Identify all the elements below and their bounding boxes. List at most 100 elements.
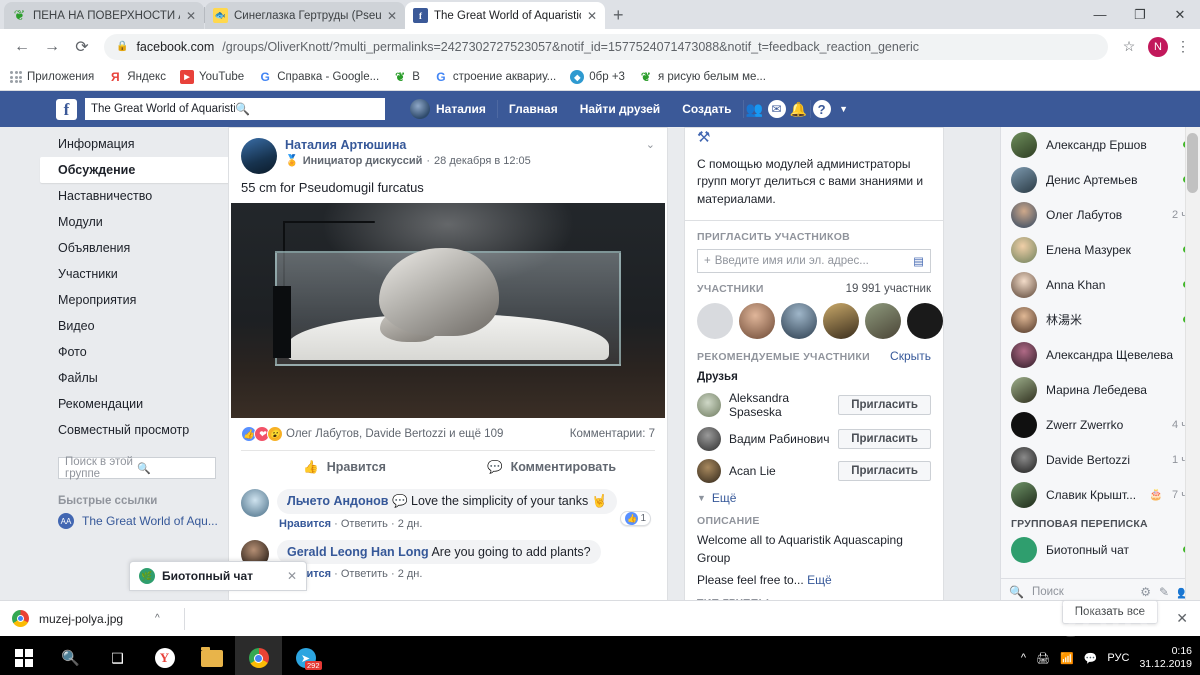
comment-like-link[interactable]: Нравится xyxy=(279,518,331,530)
nav-profile[interactable]: Наталия xyxy=(399,99,497,119)
chrome-menu-icon[interactable]: ⋮ xyxy=(1174,38,1192,55)
suggested-name[interactable]: Aleksandra Spaseska xyxy=(729,391,830,419)
chat-contact[interactable]: Zwerr Zwerrko 4 ч. xyxy=(1001,407,1200,442)
suggested-name[interactable]: Вадим Рабинович xyxy=(729,432,830,446)
comment-author[interactable]: Льчето Андонов xyxy=(287,494,388,508)
close-window-button[interactable]: ✕ xyxy=(1160,0,1200,29)
close-icon[interactable]: ✕ xyxy=(186,10,196,22)
new-message-icon[interactable]: ✎ xyxy=(1159,585,1169,599)
sidebar-item-events[interactable]: Мероприятия xyxy=(40,287,230,313)
clock[interactable]: 0:16 31.12.2019 xyxy=(1139,645,1192,671)
search-icon[interactable]: 🔍 xyxy=(235,102,379,116)
contact-import-icon[interactable]: ▤ xyxy=(913,254,924,268)
comment-reply-link[interactable]: Ответить xyxy=(341,568,388,580)
invite-button[interactable]: Пригласить xyxy=(838,429,931,450)
settings-gear-icon[interactable]: ⚙ xyxy=(1140,585,1151,599)
reactions-text[interactable]: Олег Лабутов, Davide Bertozzi и ещё 109 xyxy=(286,428,503,440)
close-icon[interactable]: ✕ xyxy=(287,569,297,583)
sidebar-item-files[interactable]: Файлы xyxy=(40,365,230,391)
taskbar-yandex[interactable]: Y xyxy=(141,636,188,675)
bookmark-obr[interactable]: ◆ 0бр +3 xyxy=(570,70,625,84)
chat-contact[interactable]: 林湯米 xyxy=(1001,302,1200,337)
avatar[interactable] xyxy=(241,138,277,174)
comment-like-badge[interactable]: 👍 1 xyxy=(620,511,651,526)
bookmark-star-icon[interactable]: ☆ xyxy=(1116,38,1142,55)
friend-requests-icon[interactable]: 👥 xyxy=(744,98,766,120)
quick-link-group[interactable]: AA The Great World of Aqu... xyxy=(40,513,230,529)
chat-contact[interactable]: Денис Артемьев xyxy=(1001,162,1200,197)
sidebar-item-mentorship[interactable]: Наставничество xyxy=(40,183,230,209)
chat-contact[interactable]: Anna Khan xyxy=(1001,267,1200,302)
chat-search-placeholder[interactable]: Поиск xyxy=(1032,586,1064,598)
sidebar-item-announcements[interactable]: Объявления xyxy=(40,235,230,261)
nav-create[interactable]: Создать xyxy=(671,102,742,116)
browser-tab-3-active[interactable]: f The Great World of Aquaristic & ✕ xyxy=(405,2,605,29)
chat-group-biotope[interactable]: Биотопный чат xyxy=(1001,532,1200,567)
comment-reply-link[interactable]: Ответить xyxy=(341,518,388,530)
avatar[interactable] xyxy=(823,303,859,340)
nav-find-friends[interactable]: Найти друзей xyxy=(569,102,671,116)
avatar[interactable] xyxy=(697,427,721,452)
chevron-down-icon[interactable]: ⌄ xyxy=(646,138,655,174)
new-tab-button[interactable]: + xyxy=(613,5,624,26)
address-bar[interactable]: 🔒 facebook.com/groups/OliverKnott/?multi… xyxy=(104,33,1108,60)
account-dropdown-icon[interactable]: ▼ xyxy=(833,98,855,120)
search-icon[interactable]: 🔍 xyxy=(137,462,209,475)
browser-tab-1[interactable]: ❦ ПЕНА НА ПОВЕРХНОСТИ АКВА ✕ xyxy=(4,2,204,29)
chat-contact[interactable]: Davide Bertozzi 1 ч. xyxy=(1001,442,1200,477)
group-search-input[interactable]: Поиск в этой группе 🔍 xyxy=(58,456,216,480)
sidebar-item-photos[interactable]: Фото xyxy=(40,339,230,365)
description-more-link[interactable]: Ещё xyxy=(807,573,832,587)
bookmark-aquarium[interactable]: G строение аквариу... xyxy=(434,70,556,84)
bookmark-google-help[interactable]: G Справка - Google... xyxy=(258,70,380,84)
reload-button[interactable]: ⟳ xyxy=(68,33,96,61)
taskbar-search-button[interactable]: 🔍 xyxy=(47,636,94,675)
taskbar-telegram[interactable]: ➤ 292 xyxy=(282,636,329,675)
chevron-up-icon[interactable]: ^ xyxy=(155,613,160,624)
bookmark-yandex[interactable]: Я Яндекс xyxy=(108,70,166,84)
back-button[interactable]: ← xyxy=(8,33,36,61)
printer-icon[interactable]: 🖨 xyxy=(1036,652,1050,665)
wifi-icon[interactable]: 📶 xyxy=(1060,652,1074,665)
scrollbar-thumb[interactable] xyxy=(1187,133,1198,193)
show-all-downloads-button[interactable]: Показать все xyxy=(1061,600,1158,624)
hide-link[interactable]: Скрыть xyxy=(890,349,931,363)
sidebar-item-modules[interactable]: Модули xyxy=(40,209,230,235)
avatar[interactable] xyxy=(739,303,775,340)
sidebar-item-watch-together[interactable]: Совместный просмотр xyxy=(40,417,230,443)
help-icon[interactable]: ? xyxy=(811,98,833,120)
reaction-icons[interactable]: 👍 ❤ 😮 xyxy=(241,426,283,442)
task-view-button[interactable]: ❑ xyxy=(94,636,141,675)
comments-count[interactable]: Комментарии: 7 xyxy=(570,428,655,440)
post-author[interactable]: Наталия Артюшина xyxy=(285,138,638,152)
sidebar-item-members[interactable]: Участники xyxy=(40,261,230,287)
sidebar-item-discussion[interactable]: Обсуждение xyxy=(40,157,230,183)
close-shelf-icon[interactable]: ✕ xyxy=(1176,610,1188,627)
maximize-button[interactable]: ❐ xyxy=(1120,0,1160,29)
sidebar-item-information[interactable]: Информация xyxy=(40,131,230,157)
notifications-icon[interactable]: 🔔 xyxy=(788,98,810,120)
avatar[interactable]: N xyxy=(1148,36,1168,57)
tray-expand-icon[interactable]: ^ xyxy=(1021,652,1026,664)
comment-button[interactable]: 💬 Комментировать xyxy=(448,451,655,483)
avatar[interactable] xyxy=(697,303,733,340)
sidebar-item-video[interactable]: Видео xyxy=(40,313,230,339)
invite-button[interactable]: Пригласить xyxy=(838,395,931,416)
nav-home[interactable]: Главная xyxy=(498,102,569,116)
avatar[interactable] xyxy=(697,393,721,418)
download-item[interactable]: muzej-polya.jpg ^ xyxy=(12,610,160,627)
like-button[interactable]: 👍 Нравится xyxy=(241,451,448,483)
avatar[interactable] xyxy=(907,303,943,340)
comment-author[interactable]: Gerald Leong Han Long xyxy=(287,545,429,559)
chat-contact[interactable]: Александр Ершов xyxy=(1001,127,1200,162)
action-center-icon[interactable]: 💬 xyxy=(1084,652,1098,665)
forward-button[interactable]: → xyxy=(38,33,66,61)
bookmark-v[interactable]: ❦ В xyxy=(393,70,420,84)
close-icon[interactable]: ✕ xyxy=(587,10,597,22)
show-more-suggested[interactable]: ▼ Ещё xyxy=(697,491,931,505)
suggested-name[interactable]: Acan Lie xyxy=(729,464,830,478)
chat-popup-window[interactable]: 🌿 Биотопный чат ✕ xyxy=(129,561,307,591)
taskbar-chrome[interactable] xyxy=(235,636,282,675)
chat-contact[interactable]: Александра Щевелева xyxy=(1001,337,1200,372)
invite-button[interactable]: Пригласить xyxy=(838,461,931,482)
